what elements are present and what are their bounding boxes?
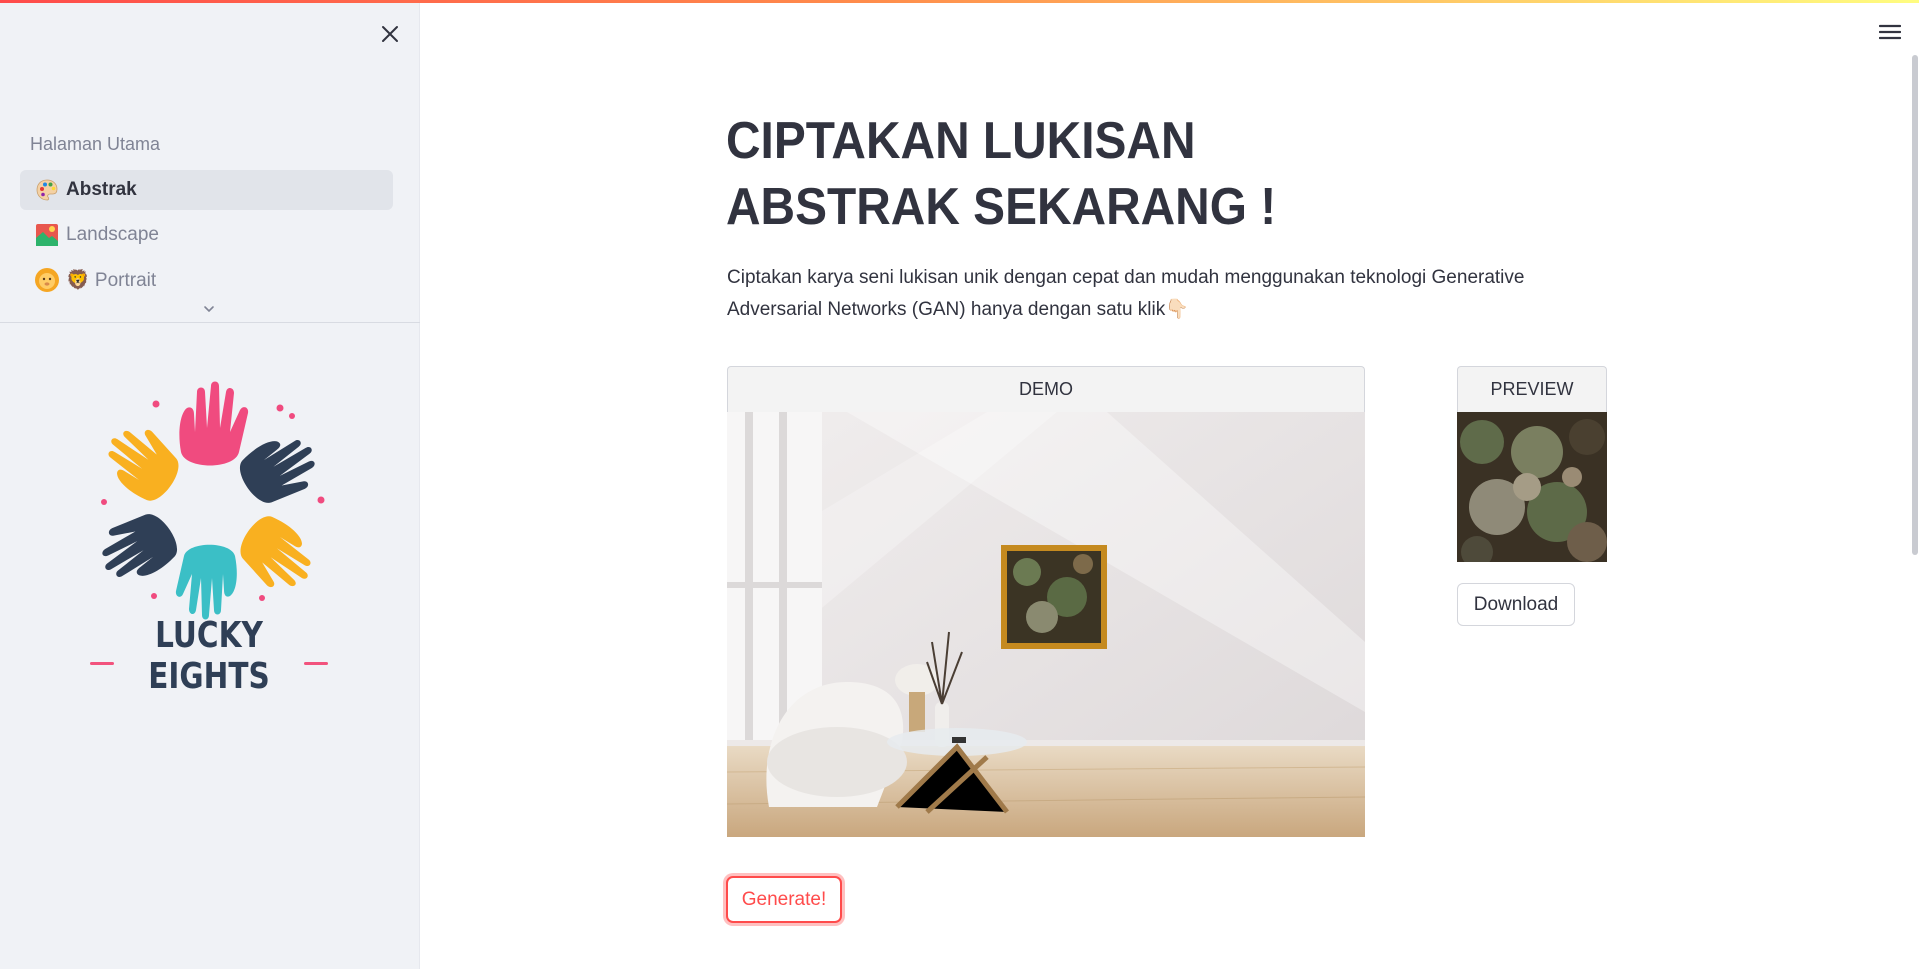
sidebar-item-portrait[interactable]: 🦁 Portrait <box>20 260 393 300</box>
sidebar-divider <box>0 322 420 323</box>
sidebar-item-abstrak[interactable]: Abstrak <box>20 170 393 210</box>
main-menu-button[interactable] <box>1876 18 1904 46</box>
page-description: Ciptakan karya seni lukisan unik dengan … <box>727 267 1525 320</box>
scrollbar[interactable] <box>1912 55 1918 555</box>
hamburger-menu-icon <box>1879 24 1901 40</box>
sidebar-item-label: Landscape <box>66 224 159 245</box>
logo-text: LUCKY EIGHTS <box>148 615 270 697</box>
page-title: CIPTAKAN LUKISAN ABSTRAK SEKARANG ! <box>726 112 1277 236</box>
palette-icon <box>34 177 60 203</box>
sidebar-item-label: Abstrak <box>66 179 137 200</box>
generate-button[interactable]: Generate! <box>726 876 842 923</box>
hands-circle-logo <box>101 381 325 620</box>
preview-tab[interactable]: PREVIEW <box>1457 366 1607 412</box>
demo-tab[interactable]: DEMO <box>727 366 1365 412</box>
top-accent-bar <box>0 0 1919 3</box>
lucky-eights-logo: LUCKY EIGHTS <box>84 370 334 697</box>
sidebar-close-button[interactable] <box>374 18 406 50</box>
lion-face-icon <box>34 267 60 293</box>
chevron-down-icon[interactable] <box>202 302 216 316</box>
sidebar: Halaman Utama Abstrak Landscape 🦁 Portra… <box>0 0 420 969</box>
logo-underline-right <box>304 662 328 665</box>
download-button[interactable]: Download <box>1457 583 1575 626</box>
sidebar-item-label: 🦁 Portrait <box>66 270 157 291</box>
generated-abstract-preview <box>1457 412 1607 562</box>
sidebar-item-landscape[interactable]: Landscape <box>20 215 393 255</box>
landscape-picture-icon <box>34 222 60 248</box>
demo-room-image <box>727 412 1365 837</box>
close-icon <box>382 26 398 42</box>
nav-header: Halaman Utama <box>30 134 161 154</box>
